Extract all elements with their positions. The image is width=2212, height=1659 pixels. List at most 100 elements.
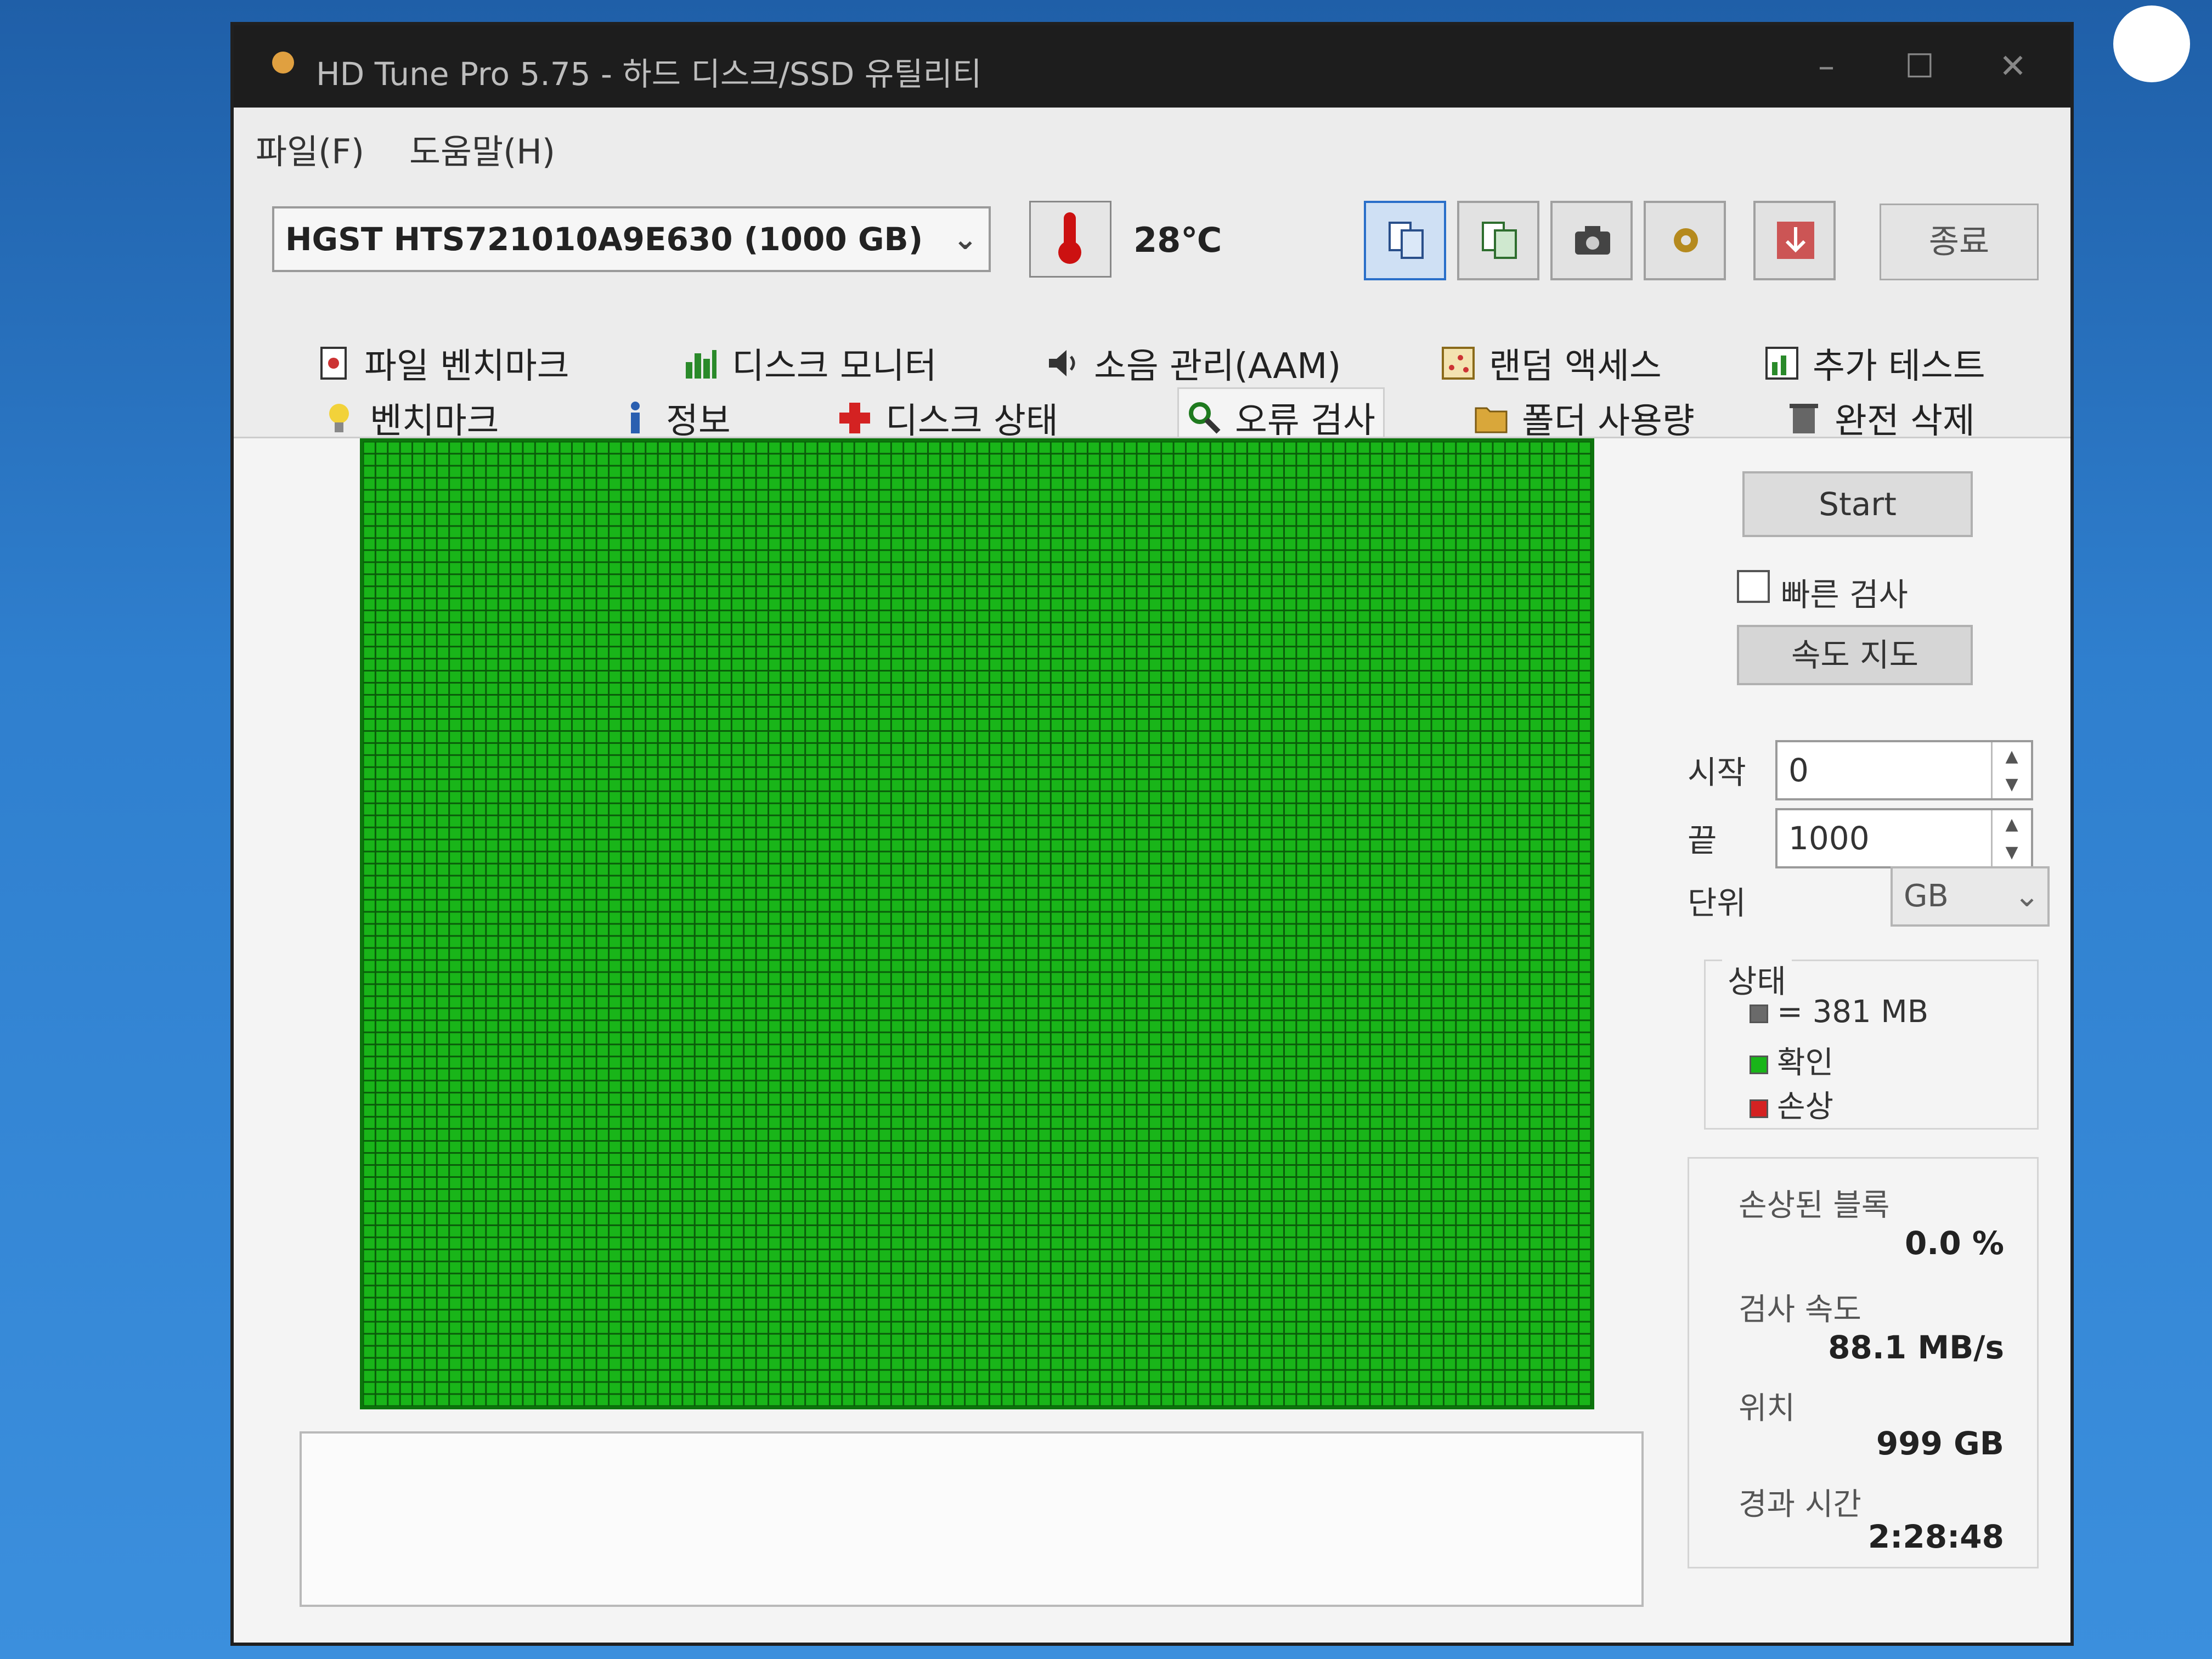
close-button[interactable]: ✕ [1988, 42, 2038, 91]
block-ok [1002, 623, 1013, 634]
block-ok [1248, 527, 1259, 538]
tab-benchmark[interactable]: 벤치마크 [321, 393, 499, 443]
block-ok [1101, 684, 1111, 694]
drive-select[interactable]: HGST HTS721010A9E630 (1000 GB) ⌄ [272, 206, 991, 272]
block-ok [1309, 599, 1321, 610]
tab-info[interactable]: 정보 [618, 393, 731, 443]
tab-file-benchmark[interactable]: 파일 벤치마크 [316, 338, 569, 388]
block-ok [1469, 900, 1480, 911]
block-ok [1395, 768, 1406, 778]
block-ok [1334, 768, 1345, 778]
block-ok [708, 454, 719, 465]
block-ok [597, 743, 608, 754]
block-ok [1432, 466, 1443, 477]
camera-icon [1575, 226, 1610, 255]
block-ok [1579, 876, 1590, 887]
block-ok [1162, 888, 1173, 899]
block-ok [658, 840, 669, 851]
save-button[interactable] [1753, 201, 1836, 280]
block-ok [1579, 707, 1590, 718]
block-ok [413, 924, 424, 935]
block-ok [1322, 852, 1333, 863]
tab-disk-monitor[interactable]: 디스크 모니터 [684, 338, 937, 388]
block-ok [732, 1021, 743, 1032]
tab-random-access[interactable]: 랜덤 액세스 [1441, 338, 1662, 388]
block-ok [376, 719, 387, 730]
block-ok [1407, 743, 1419, 754]
options-button[interactable] [1644, 201, 1726, 280]
menu-help[interactable]: 도움말(H) [409, 124, 555, 173]
block-ok [1518, 768, 1529, 778]
maximize-button[interactable]: ☐ [1895, 42, 1944, 91]
tab-folder-usage[interactable]: 폴더 사용량 [1474, 393, 1695, 443]
block-ok [1014, 985, 1026, 996]
block-ok [1248, 503, 1259, 514]
block-ok [1027, 743, 1038, 754]
block-ok [1186, 684, 1198, 694]
block-ok [683, 888, 694, 899]
block-ok [781, 816, 792, 827]
block-ok [1223, 864, 1234, 875]
exit-button[interactable]: 종료 [1880, 204, 2039, 280]
block-ok [462, 816, 473, 827]
block-ok [425, 1009, 436, 1020]
tab-extra-tests[interactable]: 추가 테스트 [1764, 338, 1985, 388]
block-ok [400, 949, 412, 960]
block-ok [978, 792, 989, 803]
block-ok [1101, 840, 1111, 851]
block-ok [757, 623, 768, 634]
block-ok [1113, 852, 1124, 863]
block-ok [806, 804, 817, 815]
block-ok [1002, 840, 1013, 851]
block-ok [376, 804, 387, 815]
block-ok [1027, 623, 1038, 634]
screenshot-button[interactable] [1550, 201, 1633, 280]
temperature-button[interactable] [1029, 201, 1111, 278]
block-ok [843, 442, 854, 453]
block-ok [462, 924, 473, 935]
block-ok [1285, 454, 1296, 465]
block-ok [364, 563, 375, 574]
minimize-button[interactable]: – [1802, 42, 1851, 91]
block-ok [891, 611, 903, 622]
block-ok [1334, 515, 1345, 526]
block-ok [818, 466, 829, 477]
copy-text-button[interactable] [1364, 201, 1446, 280]
block-ok [1358, 478, 1369, 489]
lightbulb-icon [329, 404, 349, 432]
block-ok [1272, 539, 1283, 550]
block-ok [732, 527, 743, 538]
menu-file[interactable]: 파일(F) [256, 124, 364, 173]
block-ok [1199, 478, 1210, 489]
tab-aam[interactable]: 소음 관리(AAM) [1046, 338, 1341, 388]
block-ok [1420, 490, 1431, 501]
block-ok [572, 792, 584, 803]
block-ok [1420, 997, 1431, 1008]
block-ok [708, 635, 719, 646]
block-ok [1088, 647, 1099, 658]
copy-image-button[interactable] [1457, 201, 1539, 280]
block-ok [646, 804, 657, 815]
block-ok [1383, 780, 1394, 791]
block-ok [462, 454, 473, 465]
block-ok [1113, 527, 1124, 538]
block-ok [1444, 792, 1455, 803]
block-ok [658, 888, 669, 899]
block-ok [732, 563, 743, 574]
block-ok [1051, 478, 1063, 489]
block-ok [793, 888, 805, 899]
block-ok [683, 936, 694, 947]
block-ok [610, 743, 620, 754]
block-ok [474, 912, 486, 923]
block-ok [1505, 587, 1517, 598]
block-ok [1101, 936, 1111, 947]
block-ok [1174, 864, 1185, 875]
tab-erase[interactable]: 완전 삭제 [1786, 393, 1975, 443]
block-ok [793, 804, 805, 815]
block-ok [1358, 804, 1369, 815]
block-ok [978, 478, 989, 489]
random-access-icon [1442, 347, 1475, 380]
tab-health[interactable]: 디스크 상태 [837, 393, 1058, 443]
block-ok [1248, 852, 1259, 863]
block-ok [1039, 539, 1050, 550]
